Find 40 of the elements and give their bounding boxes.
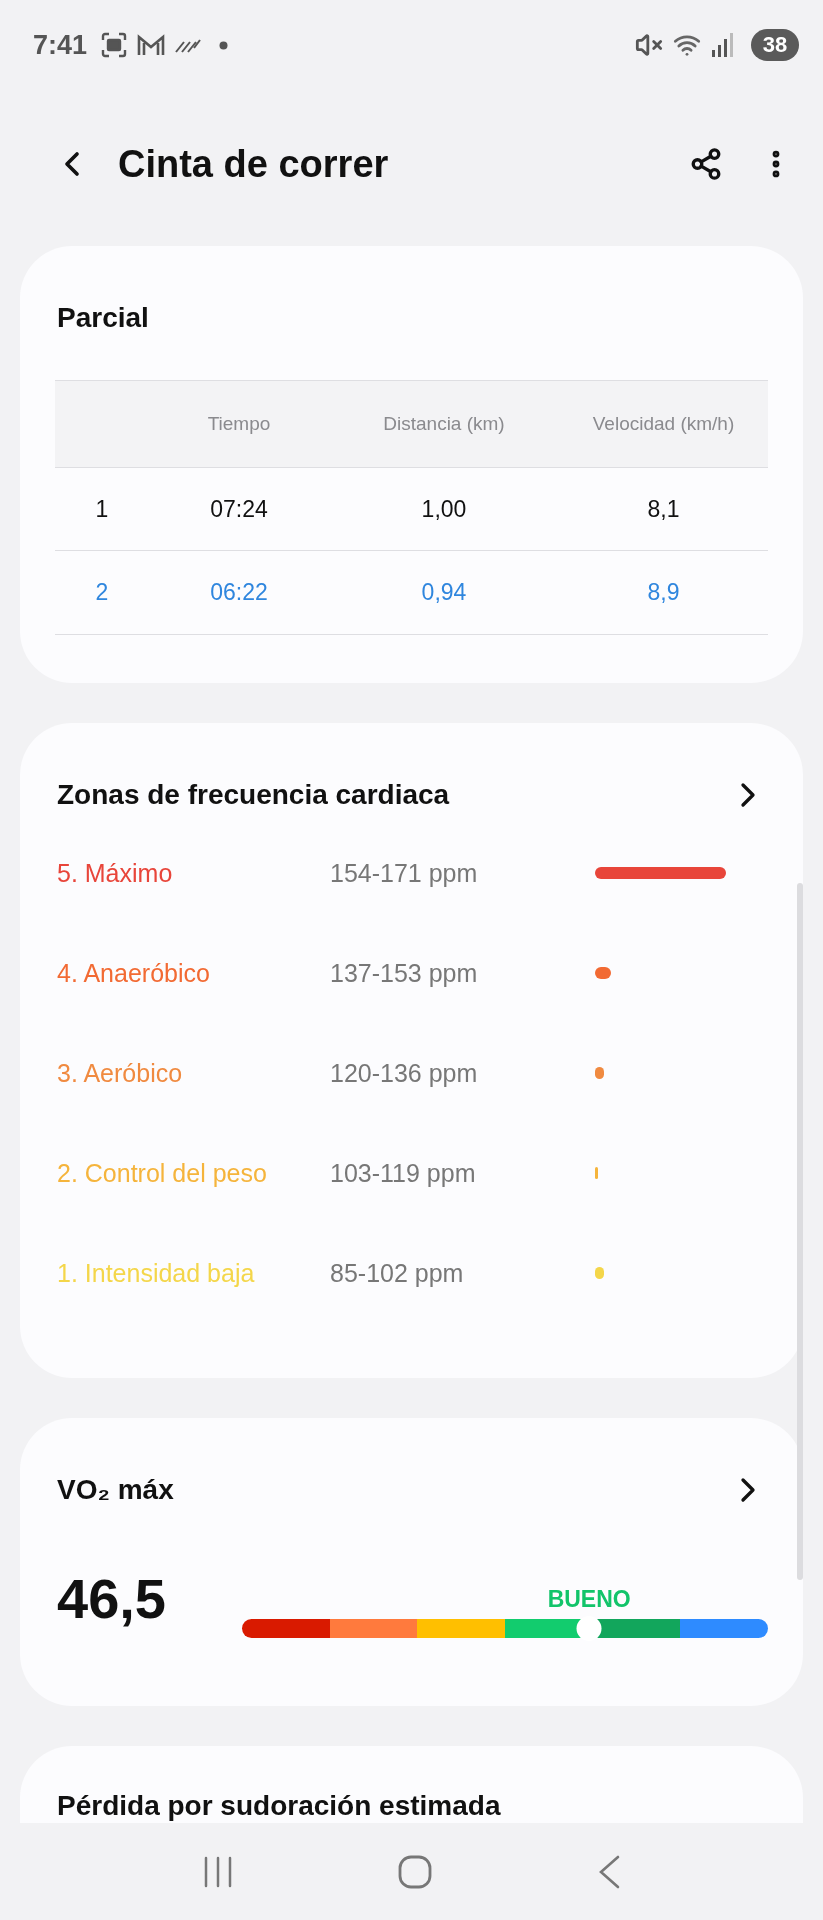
vo2max-rating: BUENO bbox=[547, 1586, 631, 1612]
table-cell: 0,94 bbox=[421, 579, 467, 606]
page-title: Cinta de correr bbox=[118, 142, 390, 186]
back-nav-icon[interactable] bbox=[598, 1854, 621, 1889]
recent-apps-icon[interactable] bbox=[202, 1855, 233, 1888]
home-icon[interactable] bbox=[398, 1854, 433, 1889]
table-cell: 8,1 bbox=[647, 495, 680, 523]
table-cell: 06:22 bbox=[210, 579, 268, 606]
mute-icon bbox=[635, 31, 663, 59]
column-header: Velocidad (km/h) bbox=[592, 413, 735, 435]
table-cell: 2 bbox=[95, 579, 109, 606]
status-time: 7:41 bbox=[33, 29, 88, 61]
zone-range: 103-119 ppm bbox=[330, 1158, 477, 1188]
vo2max-value: 46,5 bbox=[56, 1565, 167, 1631]
dot-icon bbox=[219, 40, 229, 50]
zone-range: 137-153 ppm bbox=[330, 958, 479, 988]
zone-label: 1. Intensidad baja bbox=[57, 1258, 256, 1288]
signal-icon bbox=[711, 32, 733, 58]
zone-range: 120-136 ppm bbox=[330, 1058, 479, 1088]
table-cell: 1 bbox=[95, 495, 109, 523]
table-cell: 8,9 bbox=[647, 579, 680, 606]
zone-range: 85-102 ppm bbox=[330, 1258, 465, 1288]
zone-label: 3. Aeróbico bbox=[57, 1058, 184, 1088]
mail-icon bbox=[137, 33, 166, 57]
zone-label: 2. Control del peso bbox=[57, 1158, 268, 1188]
zone-label: 4. Anaeróbico bbox=[57, 958, 211, 988]
zone-range: 154-171 ppm bbox=[330, 858, 479, 888]
battery-indicator: 38 bbox=[751, 29, 799, 61]
column-header: Distancia (km) bbox=[383, 413, 505, 435]
stripes-icon bbox=[175, 37, 202, 53]
share-icon[interactable] bbox=[689, 147, 723, 181]
table-cell: 07:24 bbox=[210, 495, 268, 523]
screenshot-icon bbox=[101, 32, 128, 58]
table-cell: 1,00 bbox=[421, 495, 467, 523]
zone-label: 5. Máximo bbox=[57, 858, 174, 888]
card-title: Parcial bbox=[56, 302, 149, 334]
card-title: Zonas de frecuencia cardiaca bbox=[56, 779, 450, 811]
column-header: Tiempo bbox=[207, 413, 271, 435]
card-title: VO₂ máx bbox=[56, 1474, 174, 1506]
card-title: Pérdida por sudoración estimada bbox=[56, 1790, 501, 1822]
